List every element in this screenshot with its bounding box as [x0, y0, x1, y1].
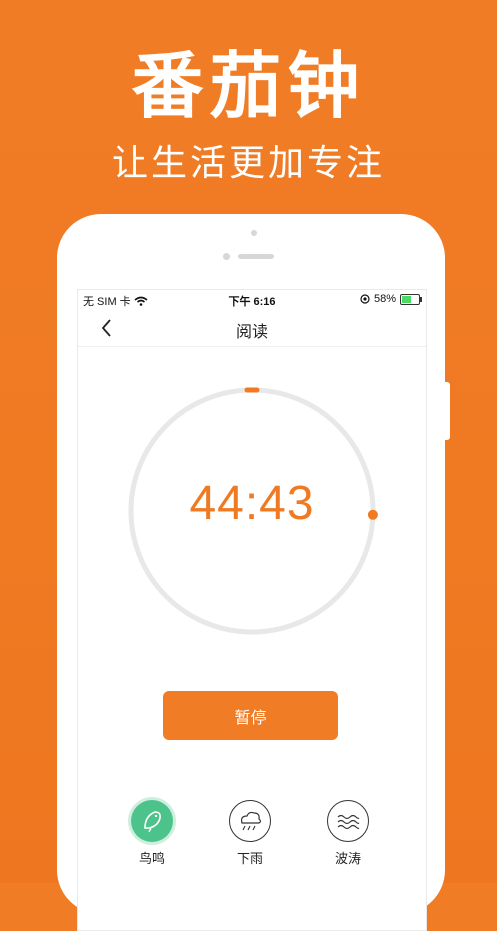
- earpiece-speaker: [238, 254, 274, 259]
- nav-title: 阅读: [235, 322, 268, 341]
- battery-fill: [402, 295, 411, 303]
- waves-icon[interactable]: [327, 800, 369, 842]
- nav-bar: 阅读: [78, 310, 426, 347]
- timer-ring: 44:43: [121, 380, 383, 642]
- hero-subtitle: 让生活更加专注: [111, 143, 385, 184]
- app-screen: 无 SIM 卡 下午 6:16 58% 阅读 44:43 暂停 鸟鸣 下雨 波涛: [77, 289, 427, 931]
- timer-display: 44:43: [189, 477, 315, 530]
- sound-label-rain: 下雨: [236, 852, 263, 867]
- status-bar: 无 SIM 卡 下午 6:16 58%: [78, 290, 426, 308]
- sensor-dot: [223, 253, 230, 260]
- hero-title: 番茄钟: [131, 44, 366, 128]
- sound-option-birds[interactable]: 鸟鸣: [122, 800, 182, 867]
- sound-option-rain[interactable]: 下雨: [220, 800, 280, 867]
- rain-cloud-icon[interactable]: [229, 800, 271, 842]
- sound-option-waves[interactable]: 波涛: [318, 800, 378, 867]
- pause-button[interactable]: 暂停: [163, 691, 338, 740]
- orientation-lock-icon: [360, 294, 370, 304]
- battery-percent: 58%: [373, 293, 396, 305]
- camera-dot: [251, 230, 257, 236]
- phone-frame: 无 SIM 卡 下午 6:16 58% 阅读 44:43 暂停 鸟鸣 下雨 波涛: [57, 214, 445, 931]
- sound-label-birds: 鸟鸣: [138, 852, 165, 867]
- battery-icon: [400, 293, 422, 305]
- bird-icon[interactable]: [131, 800, 173, 842]
- sound-label-waves: 波涛: [334, 852, 361, 867]
- status-right: 58%: [360, 293, 422, 305]
